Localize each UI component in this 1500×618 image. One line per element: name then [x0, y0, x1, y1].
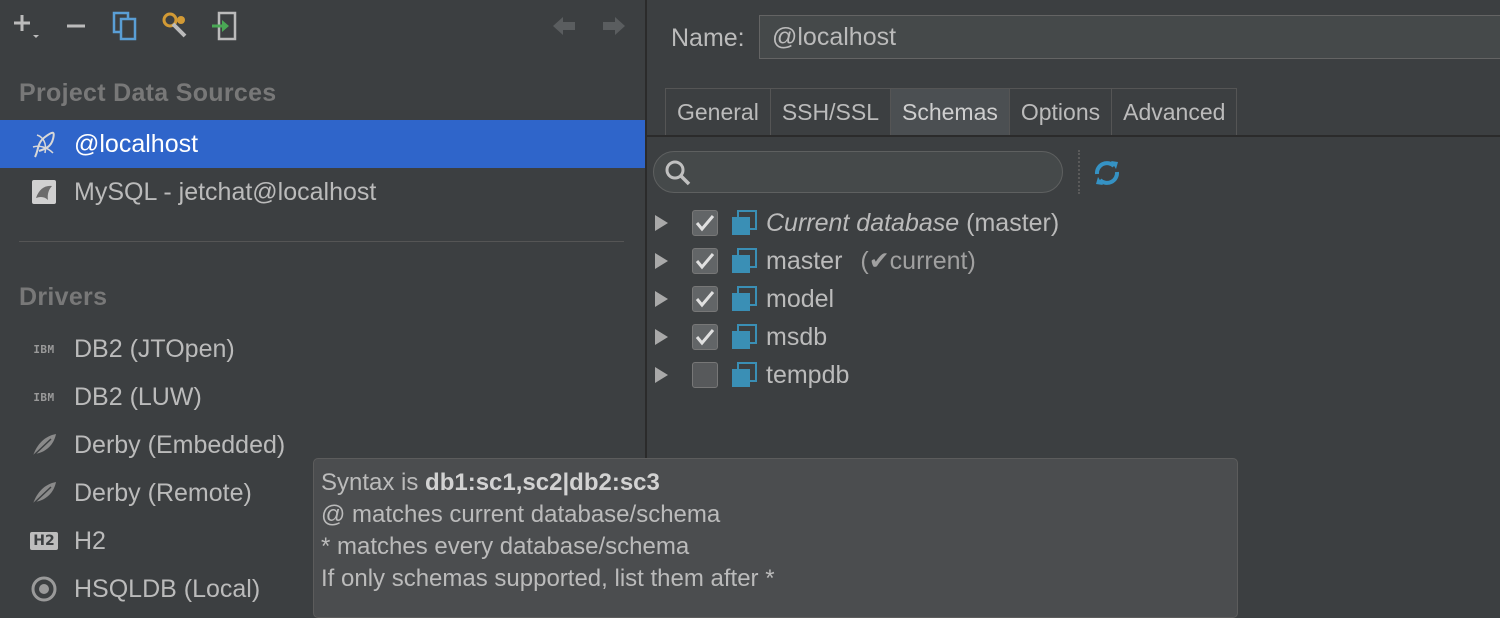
derby-icon	[26, 475, 62, 511]
database-icon	[732, 324, 757, 349]
tooltip-line: * matches every database/schema	[321, 533, 690, 560]
duplicate-icon[interactable]	[107, 8, 143, 44]
schema-syntax-tooltip: Syntax is db1:sc1,sc2|db2:sc3 @ matches …	[313, 458, 1238, 618]
add-icon[interactable]	[8, 8, 44, 44]
schema-name: master	[766, 246, 843, 275]
tab-options[interactable]: Options	[1008, 88, 1113, 135]
schema-name: msdb	[766, 322, 828, 351]
schema-row[interactable]: master (✔current)	[647, 242, 1500, 280]
back-icon[interactable]	[546, 8, 582, 44]
name-label: Name:	[671, 24, 745, 52]
search-icon	[664, 159, 692, 192]
tooltip-line: @ matches current database/schema	[321, 501, 721, 528]
data-source-item[interactable]: @localhost	[0, 120, 645, 168]
ibm-icon: IBM	[33, 390, 55, 404]
driver-label: HSQLDB (Local)	[74, 574, 261, 603]
driver-item[interactable]: IBM DB2 (JTOpen)	[0, 325, 645, 373]
hsqldb-icon	[26, 571, 62, 607]
driver-label: DB2 (JTOpen)	[74, 334, 235, 363]
schema-row[interactable]: Current database (master)	[647, 204, 1500, 242]
tab-ssh-ssl[interactable]: SSH/SSL	[769, 88, 891, 135]
refresh-icon[interactable]	[1090, 156, 1124, 190]
schema-checkbox[interactable]	[692, 248, 718, 274]
name-input[interactable]	[759, 15, 1500, 59]
expand-arrow-icon[interactable]	[655, 367, 668, 383]
schema-suffix: (master)	[966, 208, 1060, 237]
mssql-icon	[26, 126, 62, 162]
schema-name: tempdb	[766, 360, 850, 389]
schema-checkbox[interactable]	[692, 362, 718, 388]
tab-advanced[interactable]: Advanced	[1111, 88, 1238, 135]
forward-icon[interactable]	[596, 8, 632, 44]
database-icon	[732, 248, 757, 273]
data-source-label: @localhost	[74, 129, 199, 158]
toolbar-separator	[1078, 150, 1080, 194]
data-source-item[interactable]: MySQL - jetchat@localhost	[0, 168, 645, 216]
settings-tabs: General SSH/SSL Schemas Options Advanced	[665, 88, 1238, 136]
remove-icon[interactable]	[58, 8, 94, 44]
import-icon[interactable]	[207, 8, 243, 44]
schema-row[interactable]: tempdb	[647, 356, 1500, 394]
derby-icon	[26, 427, 62, 463]
tab-schemas[interactable]: Schemas	[889, 88, 1010, 135]
ibm-icon: IBM	[33, 342, 55, 356]
driver-label: H2	[74, 526, 106, 555]
schema-name: model	[766, 284, 835, 313]
schema-checkbox[interactable]	[692, 286, 718, 312]
schema-name: Current database	[766, 208, 960, 237]
schema-suffix: (✔current)	[860, 247, 976, 275]
tab-general[interactable]: General	[665, 88, 771, 135]
driver-settings-icon[interactable]	[157, 8, 193, 44]
expand-arrow-icon[interactable]	[655, 215, 668, 231]
tab-underline	[647, 135, 1500, 137]
schema-search-input[interactable]	[653, 151, 1063, 193]
mysql-icon	[26, 174, 62, 210]
drivers-title: Drivers	[19, 283, 108, 311]
toolbar	[0, 0, 645, 54]
schema-checkbox[interactable]	[692, 324, 718, 350]
database-icon	[732, 210, 757, 235]
expand-arrow-icon[interactable]	[655, 291, 668, 307]
schema-checkbox[interactable]	[692, 210, 718, 236]
h2-icon: H2	[26, 523, 62, 559]
syntax-example: db1:sc1,sc2|db2:sc3	[425, 469, 660, 496]
data-source-label: MySQL - jetchat@localhost	[74, 177, 377, 206]
expand-arrow-icon[interactable]	[655, 253, 668, 269]
schema-row[interactable]: msdb	[647, 318, 1500, 356]
expand-arrow-icon[interactable]	[655, 329, 668, 345]
database-icon	[732, 286, 757, 311]
divider	[19, 241, 624, 242]
driver-label: Derby (Remote)	[74, 478, 252, 507]
database-icon	[732, 362, 757, 387]
schema-row[interactable]: model	[647, 280, 1500, 318]
tooltip-line: If only schemas supported, list them aft…	[321, 565, 775, 592]
driver-label: DB2 (LUW)	[74, 382, 202, 411]
driver-item[interactable]: IBM DB2 (LUW)	[0, 373, 645, 421]
project-data-sources-title: Project Data Sources	[19, 79, 277, 107]
driver-label: Derby (Embedded)	[74, 430, 286, 459]
tooltip-line: Syntax is db1:sc1,sc2|db2:sc3	[321, 469, 660, 496]
